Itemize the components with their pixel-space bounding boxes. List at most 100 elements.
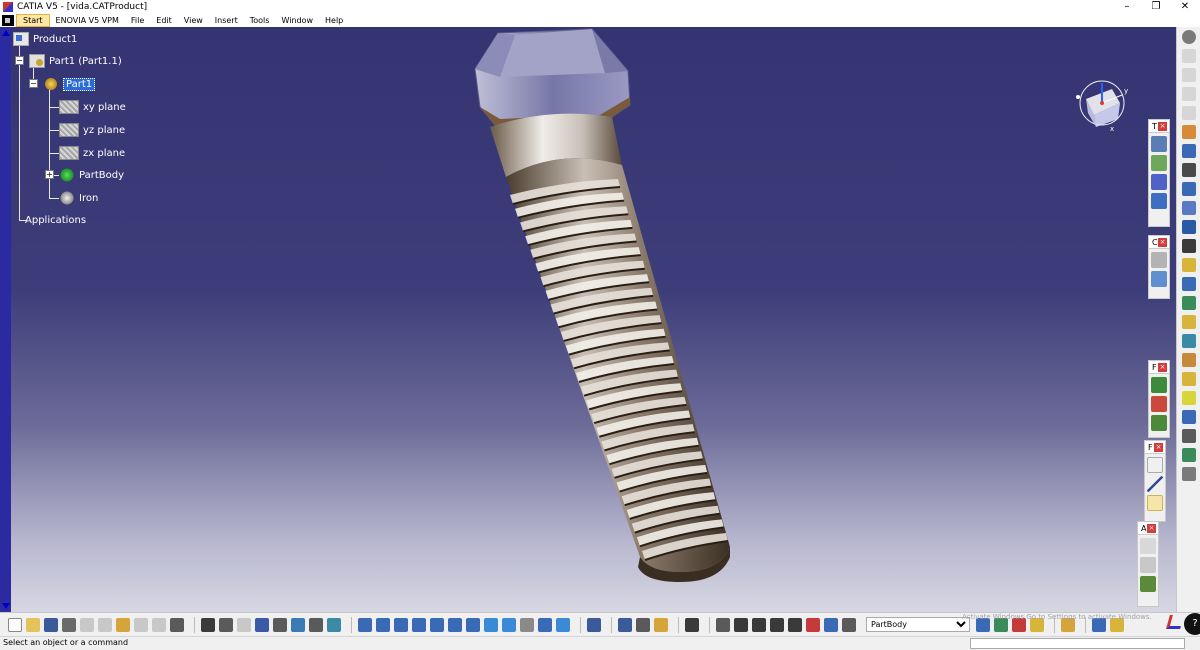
list-icon[interactable] bbox=[824, 617, 838, 632]
save-icon[interactable] bbox=[44, 617, 58, 632]
redo-icon[interactable] bbox=[152, 617, 166, 632]
fly-mode-icon[interactable] bbox=[358, 617, 372, 632]
scroll-down-icon[interactable] bbox=[2, 603, 10, 609]
hole-icon[interactable] bbox=[1181, 239, 1196, 253]
formula-icon[interactable] bbox=[201, 617, 215, 632]
zoom-in-icon[interactable] bbox=[430, 617, 444, 632]
tool-4-icon[interactable] bbox=[1181, 106, 1196, 120]
update-icon[interactable] bbox=[716, 617, 730, 632]
tool-1-icon[interactable] bbox=[1181, 49, 1196, 63]
tool-3-icon[interactable] bbox=[1181, 87, 1196, 101]
paste-icon[interactable] bbox=[116, 617, 130, 632]
collapse-part-instance-icon[interactable]: − bbox=[15, 56, 24, 65]
multi-view-icon[interactable] bbox=[484, 617, 498, 632]
view-button-1[interactable] bbox=[1151, 136, 1167, 152]
menu-view[interactable]: View bbox=[178, 14, 209, 27]
draft-icon[interactable] bbox=[1181, 391, 1196, 405]
chamfer-icon[interactable] bbox=[1181, 372, 1196, 386]
tree-item-applications[interactable]: Applications bbox=[25, 212, 86, 228]
fit-all-icon[interactable] bbox=[1151, 193, 1167, 209]
tool-2-icon[interactable] bbox=[1181, 68, 1196, 82]
stiffener-icon[interactable] bbox=[1181, 296, 1196, 310]
cut-icon[interactable] bbox=[80, 617, 94, 632]
catalog-icon[interactable] bbox=[587, 617, 601, 632]
help-icon[interactable]: ? bbox=[1184, 613, 1200, 635]
grid-icon[interactable] bbox=[1151, 174, 1167, 190]
material-icon[interactable] bbox=[618, 617, 632, 632]
pan-icon[interactable] bbox=[394, 617, 408, 632]
remove-loft-icon[interactable] bbox=[1181, 334, 1196, 348]
menu-start[interactable]: Start bbox=[16, 14, 50, 27]
fillet-icon[interactable] bbox=[1181, 353, 1196, 367]
menu-insert[interactable]: Insert bbox=[209, 14, 244, 27]
fit-all-in-icon[interactable] bbox=[376, 617, 390, 632]
constraint-button-2[interactable] bbox=[1151, 271, 1167, 287]
select-arrow-icon[interactable] bbox=[1181, 125, 1196, 139]
annotation-button-2[interactable] bbox=[1140, 557, 1156, 573]
tree-scroll-strip[interactable] bbox=[0, 27, 11, 612]
orientation-compass[interactable]: y x bbox=[1072, 75, 1132, 135]
line-icon[interactable] bbox=[1147, 476, 1163, 492]
constraint-icon[interactable] bbox=[806, 617, 820, 632]
dimensions-icon[interactable] bbox=[636, 617, 650, 632]
current-body-select[interactable]: PartBody bbox=[866, 617, 970, 632]
tree-item-material[interactable]: Iron bbox=[59, 190, 98, 206]
tree-item-zx-plane[interactable]: zx plane bbox=[59, 145, 125, 161]
scale-icon[interactable] bbox=[788, 617, 802, 632]
swap-visible-icon[interactable] bbox=[556, 617, 570, 632]
tree-item-partbody[interactable]: PartBody bbox=[59, 167, 124, 183]
menu-window[interactable]: Window bbox=[275, 14, 319, 27]
tree-item-product[interactable]: Product1 bbox=[13, 31, 77, 47]
close-toolbar-icon[interactable]: × bbox=[1147, 524, 1156, 533]
shell-icon[interactable] bbox=[1181, 410, 1196, 424]
hide-show-icon[interactable] bbox=[309, 617, 323, 632]
tree-item-part[interactable]: Part1 bbox=[43, 76, 96, 92]
rotate-icon[interactable] bbox=[412, 617, 426, 632]
numeric-icon[interactable] bbox=[752, 617, 766, 632]
measure-icon[interactable] bbox=[237, 617, 251, 632]
groove-icon[interactable] bbox=[1181, 220, 1196, 234]
shaft-icon[interactable] bbox=[1181, 201, 1196, 215]
normal-view-icon[interactable] bbox=[466, 617, 480, 632]
menu-tools[interactable]: Tools bbox=[244, 14, 276, 27]
print-icon[interactable] bbox=[62, 617, 76, 632]
document-menu-icon[interactable] bbox=[2, 15, 14, 26]
feature-button-1[interactable] bbox=[1151, 377, 1167, 393]
thread-icon[interactable] bbox=[1181, 448, 1196, 462]
close-toolbar-icon[interactable]: × bbox=[1158, 122, 1167, 131]
loft-icon[interactable] bbox=[1181, 315, 1196, 329]
table-icon[interactable] bbox=[255, 617, 269, 632]
copy-icon[interactable] bbox=[98, 617, 112, 632]
new-icon[interactable] bbox=[8, 617, 22, 632]
expand-partbody-icon[interactable]: + bbox=[45, 170, 54, 179]
menu-edit[interactable]: Edit bbox=[150, 14, 178, 27]
plane-tool-icon[interactable] bbox=[1147, 495, 1163, 511]
3d-viewport[interactable]: Product1 − Part1 (Part1.1) − Part1 xy pl… bbox=[0, 27, 1176, 612]
maximize-button[interactable]: ❐ bbox=[1141, 0, 1171, 14]
collapse-part-icon[interactable]: − bbox=[29, 79, 38, 88]
feature-button-3[interactable] bbox=[1151, 415, 1167, 431]
scroll-up-icon[interactable] bbox=[2, 30, 10, 36]
close-button[interactable]: ✕ bbox=[1170, 0, 1200, 14]
settings-gear-icon[interactable] bbox=[1181, 30, 1196, 44]
camera-icon[interactable] bbox=[685, 617, 699, 632]
constraint-button-1[interactable] bbox=[1151, 252, 1167, 268]
menu-help[interactable]: Help bbox=[319, 14, 349, 27]
annotation-button-1[interactable] bbox=[1140, 538, 1156, 554]
swap-icon[interactable] bbox=[327, 617, 341, 632]
axis-icon[interactable] bbox=[770, 617, 784, 632]
tree-item-part-instance[interactable]: Part1 (Part1.1) bbox=[29, 53, 122, 69]
hand-icon[interactable] bbox=[734, 617, 748, 632]
tree-expand-icon[interactable] bbox=[291, 617, 305, 632]
annotation-button-3[interactable] bbox=[1140, 576, 1156, 592]
hide-icon[interactable] bbox=[538, 617, 552, 632]
bolt-3d-model[interactable] bbox=[440, 27, 760, 587]
open-icon[interactable] bbox=[26, 617, 40, 632]
close-toolbar-icon[interactable]: × bbox=[1158, 363, 1167, 372]
thickness-icon[interactable] bbox=[1181, 429, 1196, 443]
feature-button-2[interactable] bbox=[1151, 396, 1167, 412]
menu-file[interactable]: File bbox=[125, 14, 150, 27]
minimize-button[interactable]: – bbox=[1112, 0, 1142, 14]
close-toolbar-icon[interactable]: × bbox=[1158, 238, 1167, 247]
pocket-icon[interactable] bbox=[1181, 182, 1196, 196]
